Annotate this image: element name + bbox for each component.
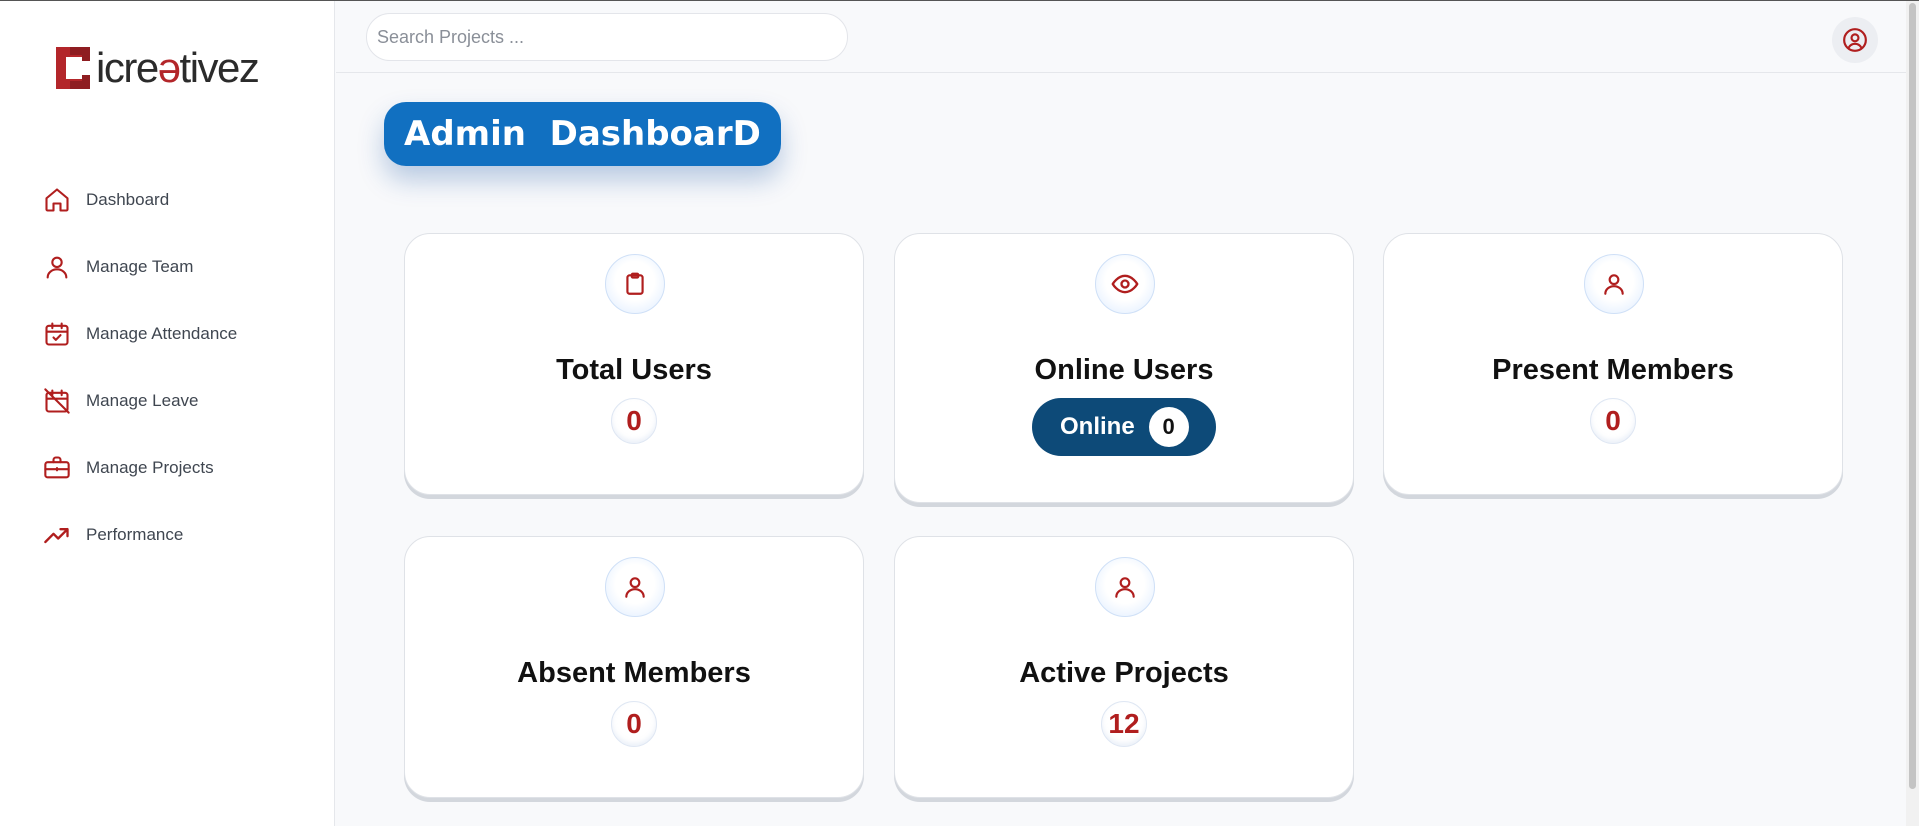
sidebar-item-manage-projects[interactable]: Manage Projects (40, 434, 320, 501)
profile-button[interactable] (1832, 17, 1878, 63)
card-icon-badge (1095, 557, 1155, 617)
briefcase-icon (40, 451, 74, 485)
user-icon (1115, 577, 1135, 598)
logo-mark-icon (56, 47, 90, 89)
user-circle-icon (1843, 28, 1867, 52)
trending-up-icon (40, 518, 74, 552)
card-icon-badge (605, 557, 665, 617)
sidebar-item-manage-leave[interactable]: Manage Leave (40, 367, 320, 434)
online-status-badge: Online 0 (1032, 398, 1216, 456)
card-icon-badge (1095, 254, 1155, 314)
card-count: 12 (1101, 701, 1147, 747)
sidebar: icreətivez Dashboard Manage Team Manage … (0, 1, 335, 826)
card-count: 0 (1590, 398, 1636, 444)
scrollbar-thumb[interactable] (1909, 3, 1916, 789)
sidebar-item-label: Manage Projects (86, 457, 214, 477)
calendar-check-icon (40, 317, 74, 351)
stat-card-active-projects: Active Projects 12 (894, 536, 1354, 798)
clipboard-icon (626, 272, 644, 295)
top-header (336, 1, 1919, 73)
card-count: 0 (611, 398, 657, 444)
sidebar-item-dashboard[interactable]: Dashboard (40, 166, 320, 233)
sidebar-nav: Dashboard Manage Team Manage Attendance … (40, 166, 320, 568)
card-icon-badge (1584, 254, 1644, 314)
stat-card-total-users: Total Users 0 (404, 233, 864, 495)
home-icon (40, 183, 74, 217)
card-title: Total Users (556, 354, 712, 386)
user-icon (625, 577, 645, 598)
sidebar-item-label: Performance (86, 524, 184, 544)
page-title: Admin DashboarD (384, 102, 781, 166)
card-title: Present Members (1492, 354, 1734, 386)
user-icon (40, 250, 74, 284)
stat-card-online-users: Online Users Online 0 (894, 233, 1354, 503)
card-title: Absent Members (517, 657, 751, 689)
calendar-off-icon (40, 384, 74, 418)
sidebar-item-manage-attendance[interactable]: Manage Attendance (40, 300, 320, 367)
stat-card-present-members: Present Members 0 (1383, 233, 1843, 495)
sidebar-item-manage-team[interactable]: Manage Team (40, 233, 320, 300)
stat-card-absent-members: Absent Members 0 (404, 536, 864, 798)
scrollbar[interactable] (1906, 1, 1919, 826)
card-title: Active Projects (1019, 657, 1229, 689)
card-title: Online Users (1034, 354, 1214, 386)
card-icon-badge (605, 254, 665, 314)
online-badge-count: 0 (1148, 407, 1189, 447)
eye-icon (1111, 274, 1139, 294)
sidebar-item-performance[interactable]: Performance (40, 501, 320, 568)
user-icon (1604, 274, 1624, 295)
sidebar-item-label: Manage Leave (86, 390, 199, 410)
search-input[interactable] (366, 13, 848, 61)
sidebar-item-label: Dashboard (86, 189, 170, 209)
sidebar-item-label: Manage Team (86, 256, 194, 276)
brand-wordmark: icreətivez (96, 44, 260, 91)
sidebar-item-label: Manage Attendance (86, 323, 238, 343)
online-badge-label: Online (1060, 413, 1135, 440)
brand-logo[interactable]: icreətivez (52, 43, 260, 93)
card-count: 0 (611, 701, 657, 747)
